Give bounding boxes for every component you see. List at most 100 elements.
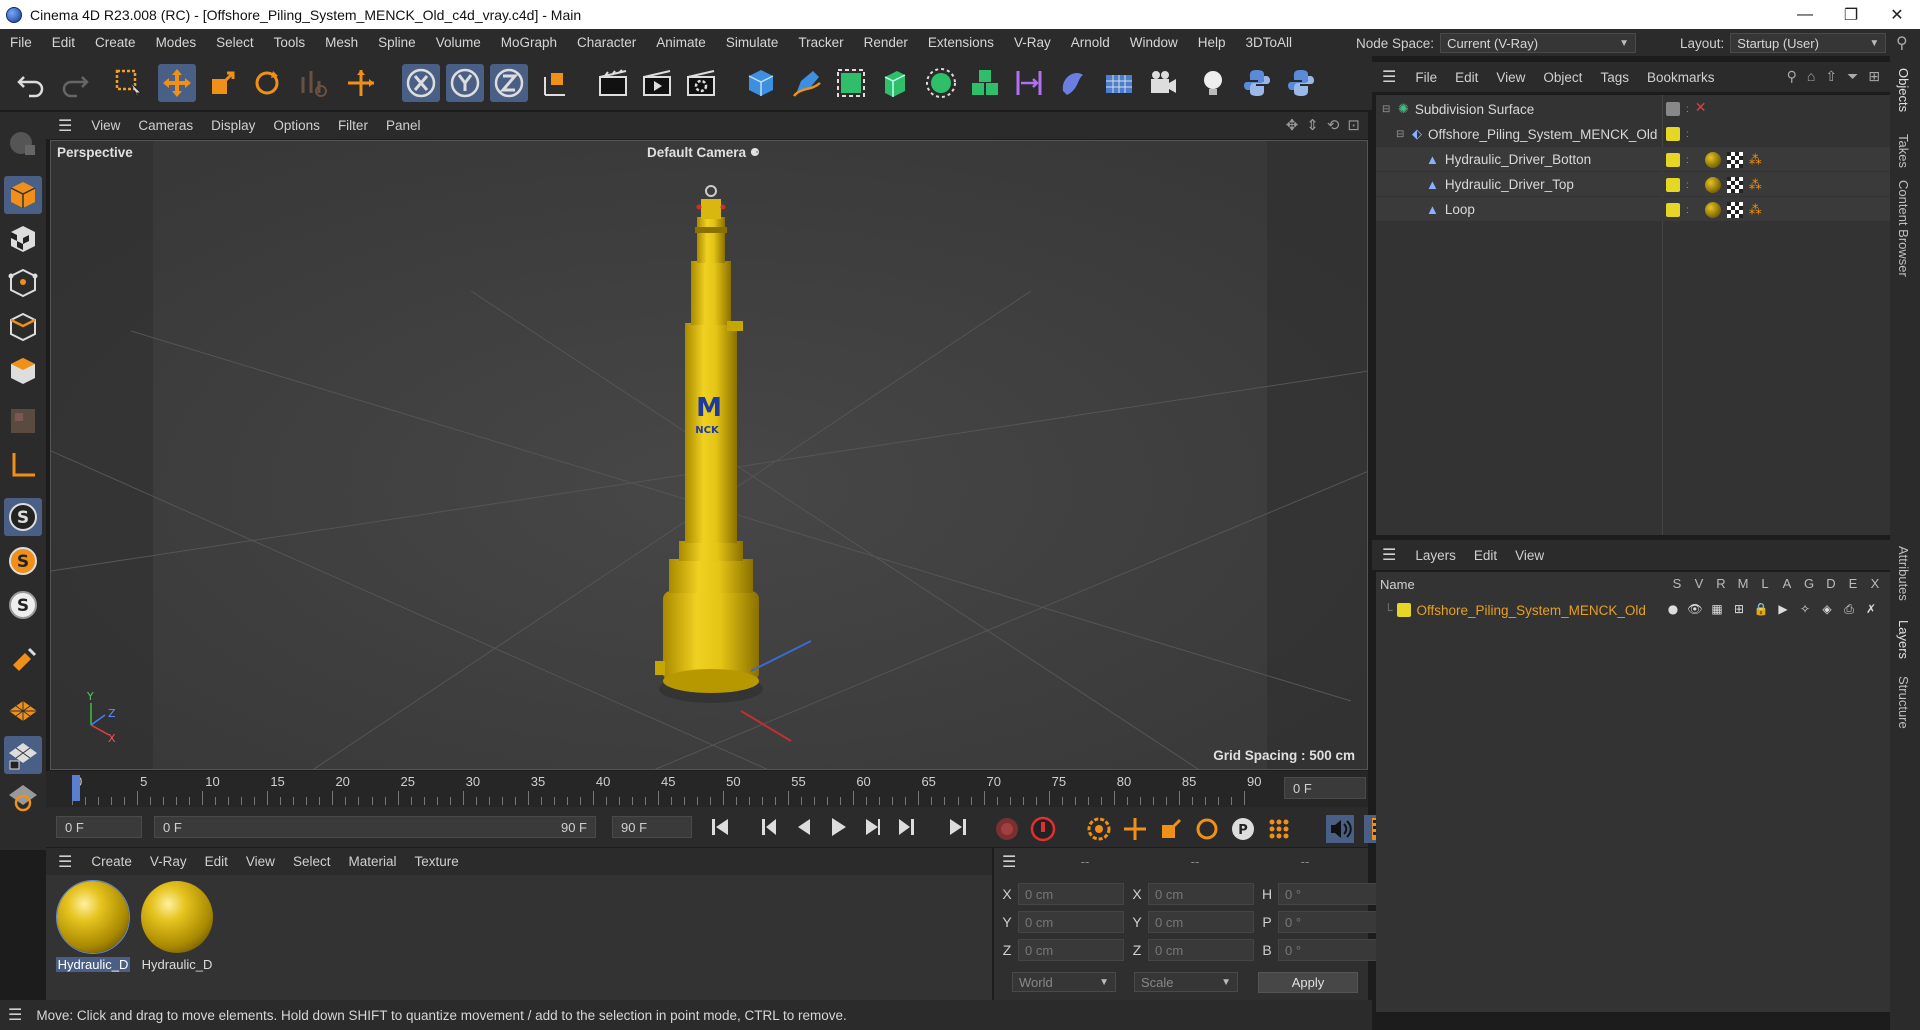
coordinate-space-dropdown[interactable]: World ▼ <box>1012 972 1116 992</box>
filter-icon[interactable]: ⏷ <box>1847 68 1858 85</box>
layer-menu-view[interactable]: View <box>1506 548 1553 563</box>
layer-color-swatch[interactable] <box>1666 127 1680 141</box>
deformer-button[interactable] <box>1010 64 1048 102</box>
material-menu-edit[interactable]: Edit <box>196 854 237 869</box>
field-button[interactable] <box>1054 64 1092 102</box>
viewport-menu-cameras[interactable]: Cameras <box>129 118 202 133</box>
object-menu-edit[interactable]: Edit <box>1446 70 1487 85</box>
menu-extensions[interactable]: Extensions <box>918 35 1004 50</box>
new-window-icon[interactable]: ⊞ <box>1868 68 1880 85</box>
material-menu-select[interactable]: Select <box>284 854 340 869</box>
python-plugin-button[interactable] <box>1282 64 1320 102</box>
visibility-dots-icon[interactable]: : <box>1686 155 1689 166</box>
visibility-dots-icon[interactable]: : <box>1686 180 1689 191</box>
go-to-start-icon[interactable] <box>708 815 732 839</box>
record-pla-icon[interactable] <box>1266 816 1292 842</box>
solo-icon[interactable]: ● <box>1662 602 1684 617</box>
material-menu-texture[interactable]: Texture <box>405 854 467 869</box>
polygon-mode-button[interactable] <box>4 352 42 390</box>
material-tag-icon[interactable] <box>1704 202 1721 218</box>
material-tag-icon[interactable] <box>1704 177 1721 193</box>
render-to-picture-viewer-button[interactable] <box>638 64 676 102</box>
axis-mode-button[interactable] <box>4 446 42 484</box>
next-frame-icon[interactable] <box>860 815 884 839</box>
hamburger-menu-icon[interactable]: ☰ <box>1382 67 1396 87</box>
autokey-icon[interactable] <box>1030 816 1056 842</box>
texture-tag-icon[interactable] <box>1726 177 1743 193</box>
object-row[interactable]: ▲ Loop: ⁂ <box>1376 197 1890 221</box>
view-icon[interactable]: 👁 <box>1684 602 1706 617</box>
magnet-tool-button[interactable] <box>4 642 42 680</box>
material-tag-icon[interactable] <box>1704 152 1721 168</box>
menu-animate[interactable]: Animate <box>646 35 716 50</box>
record-rotation-icon[interactable] <box>1194 816 1220 842</box>
node-space-dropdown[interactable]: Current (V-Ray) ▼ <box>1440 33 1637 53</box>
menu-create[interactable]: Create <box>85 35 146 50</box>
hamburger-menu-icon[interactable]: ☰ <box>1002 852 1016 872</box>
visibility-dots-icon[interactable]: : <box>1686 205 1689 216</box>
generator-icon[interactable]: ✧ <box>1794 602 1816 617</box>
texture-tag-icon[interactable] <box>1726 202 1743 218</box>
tab-content-browser[interactable]: Content Browser <box>1896 180 1911 277</box>
menu-select[interactable]: Select <box>206 35 264 50</box>
minimize-button[interactable]: — <box>1782 0 1828 29</box>
menu-window[interactable]: Window <box>1120 35 1188 50</box>
up-arrow-icon[interactable]: ⇧ <box>1825 68 1837 85</box>
hamburger-menu-icon[interactable]: ☰ <box>58 852 72 872</box>
vray-tag-icon[interactable]: ⁂ <box>1749 177 1762 193</box>
size-value-field[interactable]: 0 cm <box>1148 883 1254 905</box>
object-menu-object[interactable]: Object <box>1534 70 1591 85</box>
keyframe-selection-icon[interactable] <box>1086 816 1112 842</box>
vray-tag-icon[interactable]: ⁂ <box>1749 202 1762 218</box>
live-selection-button[interactable] <box>110 64 148 102</box>
render-icon[interactable]: ▦ <box>1706 602 1728 617</box>
previous-frame-icon[interactable] <box>792 815 816 839</box>
subdivision-surface-button[interactable] <box>832 64 870 102</box>
object-menu-tags[interactable]: Tags <box>1591 70 1638 85</box>
x-axis-button[interactable] <box>402 64 440 102</box>
undo-button[interactable] <box>12 64 50 102</box>
move-tool-button[interactable] <box>158 64 196 102</box>
object-menu-view[interactable]: View <box>1487 70 1534 85</box>
layer-row[interactable]: └ Offshore_Piling_System_MENCK_Old ● 👁 ▦ ⊞ 🔒 ▶ ✧… <box>1376 598 1890 622</box>
start-frame-field[interactable]: 0 F <box>56 816 142 838</box>
previous-key-icon[interactable] <box>758 815 782 839</box>
y-axis-button[interactable] <box>446 64 484 102</box>
viewport-menu-options[interactable]: Options <box>264 118 329 133</box>
play-icon[interactable] <box>826 815 850 839</box>
floor-button[interactable] <box>1100 64 1138 102</box>
texture-tag-icon[interactable] <box>1726 152 1743 168</box>
rotation-value-field[interactable]: 0 ° <box>1278 911 1384 933</box>
close-button[interactable]: ✕ <box>1874 0 1920 29</box>
snap-button[interactable]: S <box>4 498 42 536</box>
tab-takes[interactable]: Takes <box>1896 134 1911 168</box>
material-menu-create[interactable]: Create <box>82 854 141 869</box>
texture-mode-button[interactable] <box>4 220 42 258</box>
hamburger-menu-icon[interactable]: ☰ <box>58 116 72 136</box>
sound-scrubbing-icon[interactable] <box>1326 815 1354 843</box>
maximize-button[interactable]: ❐ <box>1828 0 1874 29</box>
active-camera[interactable]: Default Camera ⚈ <box>647 145 760 160</box>
viewport-menu-panel[interactable]: Panel <box>377 118 430 133</box>
menu-help[interactable]: Help <box>1188 35 1236 50</box>
render-view-button[interactable] <box>594 64 632 102</box>
tab-structure[interactable]: Structure <box>1896 676 1911 729</box>
transform-tool-button[interactable] <box>342 64 380 102</box>
spline-tool-button[interactable] <box>294 64 332 102</box>
viewport-menu-view[interactable]: View <box>82 118 129 133</box>
cube-object-button[interactable] <box>742 64 780 102</box>
search-icon[interactable]: ⚲ <box>1896 33 1908 53</box>
end-frame-field[interactable]: 90 F <box>612 816 692 838</box>
object-row[interactable]: ▲ Hydraulic_Driver_Top: ⁂ <box>1376 172 1890 196</box>
edit-check-icon[interactable] <box>1666 102 1680 116</box>
lock-icon[interactable]: 🔒 <box>1750 602 1772 617</box>
layer-color-swatch[interactable] <box>1666 153 1680 167</box>
record-scale-icon[interactable] <box>1158 816 1184 842</box>
planar-workplane-button[interactable] <box>4 778 42 816</box>
workplane-snap-button[interactable]: S <box>4 586 42 624</box>
camera-button[interactable] <box>1144 64 1182 102</box>
size-value-field[interactable]: 0 cm <box>1148 911 1254 933</box>
light-button[interactable] <box>1194 64 1232 102</box>
pan-view-icon[interactable]: ✥ <box>1286 116 1299 134</box>
record-active-icon[interactable] <box>994 816 1020 842</box>
